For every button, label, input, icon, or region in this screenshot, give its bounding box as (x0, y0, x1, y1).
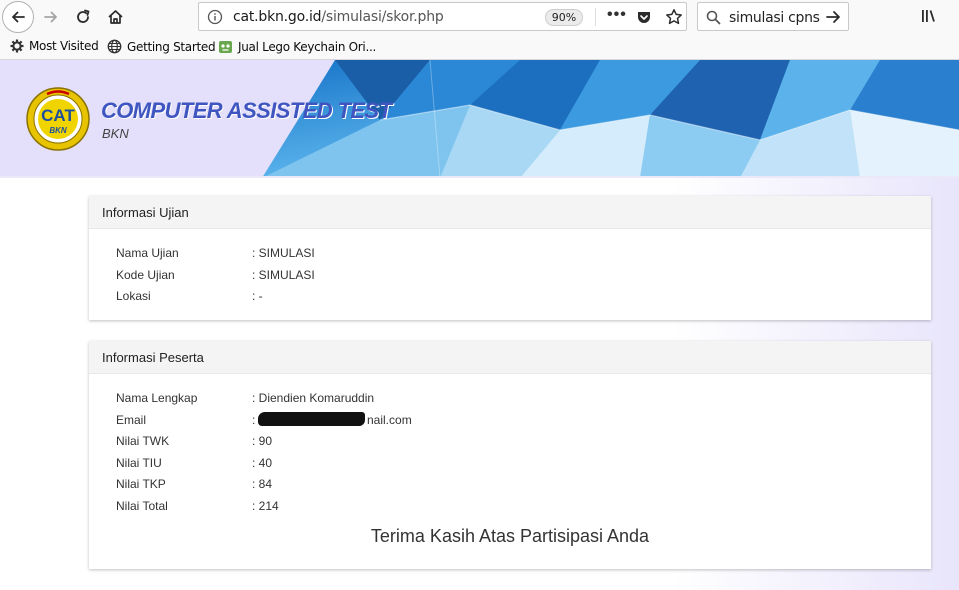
info-label: Nama Ujian (116, 246, 179, 260)
site-subtitle: BKN (102, 126, 129, 141)
reload-icon (77, 9, 90, 23)
score-value: : 214 (252, 499, 279, 513)
info-label: Kode Ujian (116, 268, 175, 282)
browser-toolbar: cat.bkn.go.id/simulasi/skor.php 90% ••• … (0, 0, 959, 34)
more-icon[interactable]: ••• (607, 6, 627, 24)
info-value: : (252, 413, 256, 427)
url-path: /simulasi/skor.php (321, 9, 444, 25)
url-bar[interactable]: cat.bkn.go.id/simulasi/skor.php 90% ••• (198, 2, 687, 31)
bookmark-star-icon[interactable] (665, 8, 683, 26)
participant-info-panel: Informasi Peserta Nama Lengkap : Diendie… (89, 341, 931, 569)
search-bar[interactable]: simulasi cpns (697, 2, 849, 31)
info-label: Lokasi (116, 289, 151, 303)
score-label: Nilai TIU (116, 456, 162, 470)
search-icon (706, 10, 721, 25)
bookmark-label: Getting Started (127, 39, 216, 54)
home-icon (107, 10, 123, 24)
gear-icon (10, 39, 24, 53)
back-button[interactable] (2, 1, 34, 33)
back-icon (12, 11, 25, 23)
site-title: COMPUTER ASSISTED TEST (101, 98, 392, 123)
bookmark-getting-started[interactable]: Getting Started (107, 39, 216, 54)
url-domain: cat.bkn.go.id (233, 9, 322, 25)
bookmarks-bar: Most Visited Getting Started Jual Lego K… (0, 34, 959, 60)
thank-you-message: Terima Kasih Atas Partisipasi Anda (370, 526, 650, 546)
score-value: : 40 (252, 456, 273, 470)
pocket-icon[interactable] (636, 9, 652, 25)
bookmark-label: Most Visited (29, 39, 99, 53)
favicon-icon (219, 41, 232, 53)
info-label: Email (116, 413, 147, 427)
url-text[interactable]: cat.bkn.go.id/simulasi/skor.php (233, 9, 444, 25)
score-label: Nilai Total (116, 499, 168, 513)
globe-icon (107, 39, 122, 54)
panel-heading: Informasi Ujian (89, 196, 931, 229)
info-value: : SIMULASI (252, 268, 315, 282)
info-value: : - (252, 289, 263, 303)
zoom-badge[interactable]: 90% (545, 9, 583, 26)
bookmark-label: Jual Lego Keychain Ori... (238, 39, 377, 54)
library-icon[interactable] (920, 8, 940, 24)
arrow-right-icon[interactable] (825, 9, 842, 25)
home-button[interactable] (101, 3, 129, 31)
bookmark-jual-lego[interactable]: Jual Lego Keychain Ori... (218, 39, 376, 54)
info-icon[interactable] (207, 9, 223, 25)
forward-icon (44, 11, 57, 23)
forward-button[interactable] (37, 3, 65, 31)
reload-button[interactable] (69, 3, 97, 31)
score-label: Nilai TWK (116, 434, 170, 448)
site-header: CAT BKN COMPUTER ASSISTED TEST BKN (0, 60, 959, 178)
main-content: Informasi Ujian Nama Ujian : SIMULASI Ko… (0, 178, 959, 590)
redaction-mark (258, 412, 365, 426)
info-value: : Diendien Komaruddin (252, 391, 375, 405)
score-value: : 90 (252, 434, 273, 448)
exam-info-panel: Informasi Ujian Nama Ujian : SIMULASI Ko… (89, 196, 931, 320)
score-label: Nilai TKP (116, 477, 166, 491)
logo-text: CAT (41, 106, 75, 125)
info-label: Nama Lengkap (116, 391, 198, 405)
email-value: nail.com (367, 413, 412, 427)
logo-subtext: BKN (49, 126, 67, 135)
bookmark-most-visited[interactable]: Most Visited (10, 39, 99, 53)
score-value: : 84 (252, 477, 273, 491)
url-divider (595, 8, 596, 26)
search-input[interactable]: simulasi cpns (729, 10, 820, 26)
info-value: : SIMULASI (252, 246, 315, 260)
panel-heading: Informasi Peserta (89, 341, 931, 374)
cat-bkn-logo: CAT BKN (26, 87, 90, 151)
